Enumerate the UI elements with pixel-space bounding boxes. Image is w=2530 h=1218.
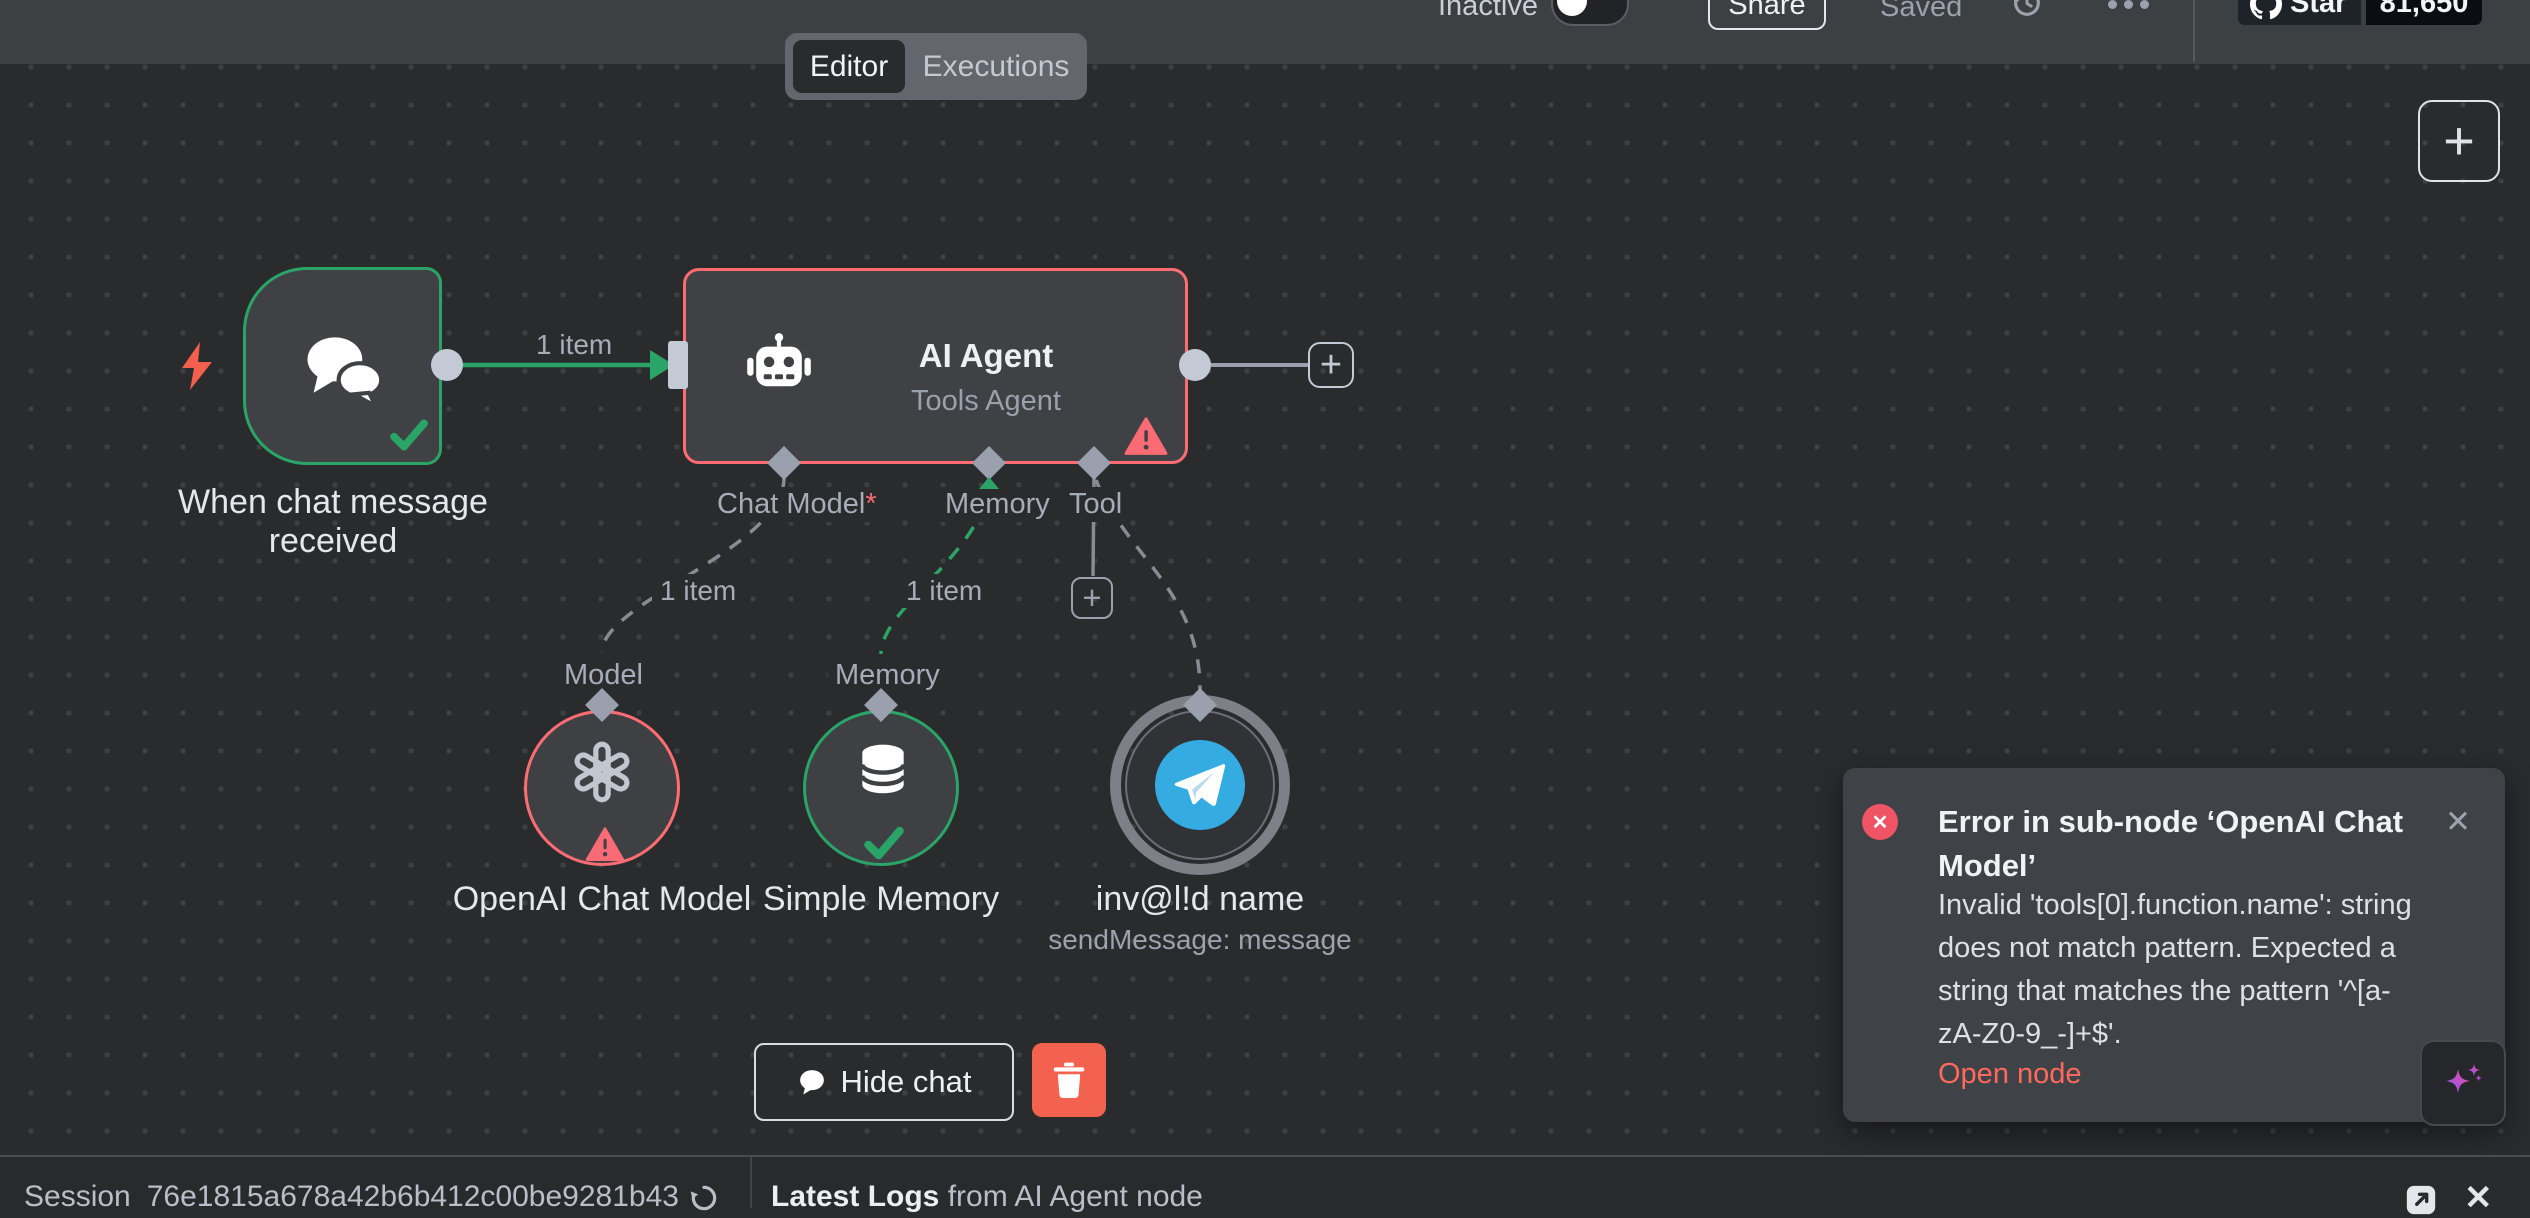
hide-chat-label: Hide chat bbox=[841, 1064, 972, 1100]
session-refresh-icon[interactable] bbox=[688, 1182, 720, 1214]
session-label: Session76e1815a678a42b6b412c00be9281b43 bbox=[24, 1180, 679, 1214]
ai-assistant-button[interactable] bbox=[2420, 1040, 2506, 1126]
tab-editor[interactable]: Editor bbox=[793, 40, 905, 93]
top-bar: Inactive Share Saved Star 81,650 bbox=[0, 0, 2530, 64]
github-star-label: Star bbox=[2290, 0, 2346, 20]
view-tabs: Editor Executions bbox=[785, 33, 1087, 100]
active-toggle[interactable] bbox=[1551, 0, 1629, 26]
github-star-button[interactable]: Star bbox=[2237, 0, 2362, 26]
history-icon[interactable] bbox=[2010, 0, 2044, 20]
logs-header-title: Latest Logs from AI Agent node bbox=[771, 1180, 1203, 1214]
saved-status: Saved bbox=[1880, 0, 1962, 24]
more-options-icon[interactable] bbox=[2108, 0, 2149, 9]
model-port-label: Model bbox=[557, 658, 650, 693]
agent-port-tool-label: Tool bbox=[1062, 487, 1129, 522]
session-id: 76e1815a678a42b6b412c00be9281b43 bbox=[147, 1180, 679, 1213]
toast-close-icon[interactable]: ✕ bbox=[2440, 804, 2476, 840]
toast-message: Invalid 'tools[0].function.name': string… bbox=[1938, 884, 2430, 1056]
main-connection-count: 1 item bbox=[528, 328, 620, 362]
sparkle-icon bbox=[2439, 1059, 2487, 1107]
openai-warning-icon bbox=[585, 827, 625, 863]
plus-icon: + bbox=[1082, 579, 1101, 617]
memory-port-label: Memory bbox=[828, 658, 947, 693]
share-button[interactable]: Share bbox=[1708, 0, 1826, 30]
model-connection-count: 1 item bbox=[652, 574, 744, 608]
agent-port-chat-model-label: Chat Model* bbox=[710, 487, 884, 522]
open-nodes-panel-button[interactable]: + bbox=[2418, 100, 2500, 182]
toggle-knob bbox=[1557, 0, 1587, 16]
inactive-label: Inactive bbox=[1438, 0, 1538, 23]
memory-connection-count: 1 item bbox=[898, 574, 990, 608]
trash-icon bbox=[1052, 1061, 1086, 1099]
agent-node-titles: AI Agent Tools Agent bbox=[846, 337, 1126, 418]
clear-chat-button[interactable] bbox=[1032, 1043, 1106, 1117]
open-node-link[interactable]: Open node bbox=[1938, 1058, 2082, 1091]
error-circle-icon: ✕ bbox=[1862, 804, 1898, 840]
database-icon bbox=[852, 739, 914, 801]
toast-title: Error in sub-node ‘OpenAI Chat Model’ bbox=[1938, 800, 2433, 888]
agent-warning-icon bbox=[1124, 417, 1168, 457]
agent-output-connector[interactable] bbox=[1179, 349, 1211, 381]
logs-header-divider bbox=[750, 1157, 752, 1208]
github-star-count[interactable]: 81,650 bbox=[2365, 0, 2483, 26]
chat-bubbles-icon bbox=[298, 332, 390, 408]
hide-chat-button[interactable]: Hide chat bbox=[754, 1043, 1014, 1121]
node-chat-trigger[interactable] bbox=[243, 267, 442, 465]
agent-node-title: AI Agent bbox=[846, 337, 1126, 375]
agent-input-connector[interactable] bbox=[668, 341, 688, 389]
telegram-node-subtitle: sendMessage: message bbox=[1030, 924, 1370, 956]
telegram-icon bbox=[1155, 740, 1245, 830]
agent-port-memory-label: Memory bbox=[938, 487, 1057, 522]
pop-out-icon[interactable] bbox=[2404, 1183, 2438, 1217]
telegram-node-label: inv@l!d name bbox=[1030, 880, 1370, 919]
memory-port-arrow bbox=[979, 477, 999, 489]
node-telegram[interactable] bbox=[1125, 710, 1275, 860]
trigger-bolt-icon bbox=[178, 340, 216, 392]
add-next-node-button[interactable]: + bbox=[1308, 342, 1354, 388]
plus-icon: + bbox=[2443, 110, 2475, 172]
github-icon bbox=[2250, 0, 2282, 20]
close-logs-icon[interactable]: ✕ bbox=[2464, 1178, 2493, 1218]
agent-node-subtitle: Tools Agent bbox=[846, 385, 1126, 418]
openai-icon bbox=[565, 735, 639, 809]
trigger-output-connector[interactable] bbox=[431, 349, 463, 381]
robot-icon bbox=[741, 331, 817, 403]
node-simple-memory[interactable] bbox=[803, 710, 959, 866]
tab-executions[interactable]: Executions bbox=[913, 40, 1079, 93]
node-ai-agent[interactable]: AI Agent Tools Agent bbox=[683, 268, 1188, 464]
memory-node-label: Simple Memory bbox=[711, 880, 1051, 919]
chat-bubble-icon bbox=[797, 1068, 827, 1096]
memory-check-icon bbox=[863, 825, 905, 861]
success-check-icon bbox=[389, 418, 429, 452]
topbar-divider bbox=[2193, 0, 2195, 62]
add-tool-button[interactable]: + bbox=[1071, 577, 1113, 619]
node-openai-chat-model[interactable] bbox=[524, 710, 680, 866]
trigger-node-label: When chat message received bbox=[163, 483, 503, 561]
plus-icon: + bbox=[1320, 344, 1342, 387]
